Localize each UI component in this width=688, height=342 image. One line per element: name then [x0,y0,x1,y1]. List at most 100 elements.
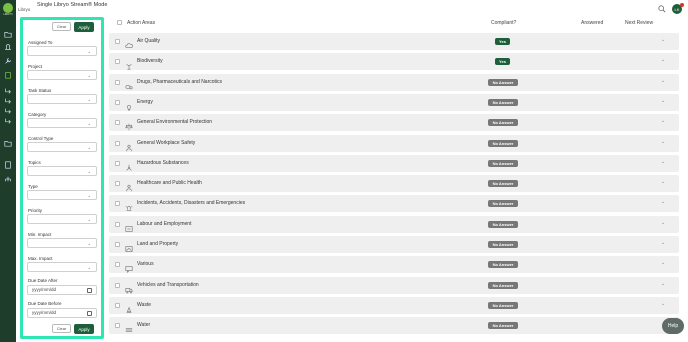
waves-icon [125,321,133,333]
table-row[interactable]: Vehicles and Transportation No Answer ⌄ [109,276,679,294]
clear-button[interactable]: Clear [52,22,71,31]
chevron-down-icon[interactable]: ⌄ [661,199,665,205]
filter-select[interactable]: ⌄ [27,190,97,200]
select-all-checkbox[interactable] [117,20,122,25]
search-icon[interactable] [658,5,666,13]
row-checkbox[interactable] [115,160,120,166]
chevron-down-icon[interactable]: ⌄ [661,281,665,287]
table-row[interactable]: Waste No Answer ⌄ [109,296,679,314]
document-icon[interactable] [4,161,12,169]
table-row[interactable]: Various No Answer ⌄ [109,256,679,274]
row-checkbox[interactable] [115,201,120,207]
table-row[interactable]: General Workplace Safety No Answer ⌄ [109,134,679,152]
recycle-icon [125,301,133,313]
apply-button[interactable]: Apply [74,324,94,334]
bell-icon[interactable] [4,43,12,51]
table-row[interactable]: Energy No Answer ⌄ [109,93,679,111]
table-row[interactable]: Hazardous Substances No Answer ⌄ [109,154,679,172]
table-row[interactable]: Healthcare and Public Health No Answer ⌄ [109,175,679,193]
table-row[interactable]: Biodiversity Yes ⌄ [109,53,679,71]
row-checkbox[interactable] [115,140,120,146]
chevron-down-icon[interactable]: ⌄ [661,220,665,226]
logo-text: LIBRYO [3,13,13,16]
table-row[interactable]: General Environmental Protection No Answe… [109,114,679,132]
filter-select[interactable]: ⌄ [27,118,97,128]
header-action-areas[interactable]: Action Areas [127,20,155,26]
action-area-name: Hazardous Substances [137,159,189,166]
chevron-down-icon[interactable]: ⌄ [661,98,665,104]
table-row[interactable]: Land and Property No Answer ⌄ [109,236,679,253]
filter-select[interactable]: ⌄ [27,142,97,152]
chevron-down-icon[interactable]: ⌄ [661,57,665,63]
clear-button[interactable]: Clear [52,324,71,333]
row-checkbox[interactable] [115,59,120,65]
chevron-down-icon: ⌄ [87,97,91,102]
row-checkbox[interactable] [115,282,120,288]
table-row[interactable]: Drugs, Pharmaceuticals and Narcotics No A… [109,73,679,91]
row-checkbox[interactable] [115,323,120,329]
row-checkbox[interactable] [115,79,120,85]
chat-icon [125,260,133,274]
row-checkbox[interactable] [115,242,120,247]
header-answered[interactable]: Answered [581,20,603,26]
due-after-field[interactable]: yyyy/mm/dd [27,285,97,295]
org-chart-icon[interactable] [4,175,12,183]
chevron-down-icon[interactable]: ⌄ [661,301,665,307]
libryo-logo[interactable] [3,3,13,13]
filter-select[interactable]: ⌄ [27,94,97,104]
table-row[interactable]: Incidents, Accidents, Disasters and Emer… [109,195,679,213]
arrow-icon[interactable] [4,117,12,125]
chevron-down-icon[interactable]: ⌄ [661,37,665,43]
row-checkbox[interactable] [115,181,120,187]
wrench-icon[interactable] [4,57,12,65]
table-row[interactable]: WaterNo Answer⌄ [109,317,679,335]
apply-button[interactable]: Apply [74,22,94,32]
help-button[interactable]: Help [662,318,684,334]
chevron-down-icon: ⌄ [87,217,91,222]
arrow-icon[interactable] [4,97,12,105]
arrow-icon[interactable] [4,107,12,115]
clipboard-icon[interactable] [4,71,12,79]
chevron-down-icon[interactable]: ⌄ [661,240,665,246]
action-area-name: Various [137,261,154,268]
table-row[interactable]: Labour and Employment No Answer ⌄ [109,215,679,233]
filter-select[interactable]: ⌄ [27,238,97,248]
row-checkbox[interactable] [115,302,120,308]
chevron-down-icon[interactable]: ⌄ [661,179,665,185]
filter-select[interactable]: ⌄ [27,214,97,224]
due-before-field[interactable]: yyyy/mm/dd [27,308,97,318]
row-checkbox[interactable] [115,99,120,105]
header-next-review[interactable]: Next Review [625,20,653,26]
chevron-down-icon[interactable]: ⌄ [661,139,665,145]
row-checkbox[interactable] [115,221,120,227]
arrow-icon[interactable] [4,87,12,95]
status-badge: No Answer [488,139,518,147]
row-checkbox[interactable] [115,39,120,44]
header-compliant[interactable]: Compliant? [491,20,516,26]
action-area-name: Waste [137,301,151,308]
id-card-icon [125,220,133,232]
action-area-name: General Environmental Protection [137,119,213,126]
filter-label: Topics [28,160,41,165]
filter-select[interactable]: ⌄ [27,46,97,56]
cloud-icon [125,37,133,48]
row-checkbox[interactable] [115,262,120,268]
calendar-icon[interactable] [87,288,92,293]
table-row[interactable]: Air Quality Yes ⌄ [109,33,679,50]
filter-select[interactable]: ⌄ [27,166,97,176]
chevron-down-icon[interactable]: ⌄ [661,260,665,266]
filter-select[interactable]: ⌄ [27,262,97,272]
action-area-name: Energy [137,98,153,105]
chevron-down-icon[interactable]: ⌄ [661,118,665,124]
worker-icon [125,139,133,151]
filter-label: Task Status [28,88,52,93]
status-badge: No Answer [488,159,518,167]
chevron-down-icon[interactable]: ⌄ [661,159,665,165]
row-checkbox[interactable] [115,120,120,126]
calendar-icon[interactable] [87,311,92,316]
filter-select[interactable]: ⌄ [27,70,97,80]
chevron-down-icon[interactable]: ⌄ [661,78,665,84]
folder-open-icon[interactable] [4,139,12,147]
action-area-name: Drugs, Pharmaceuticals and Narcotics [137,78,223,85]
folder-icon[interactable] [4,30,12,38]
